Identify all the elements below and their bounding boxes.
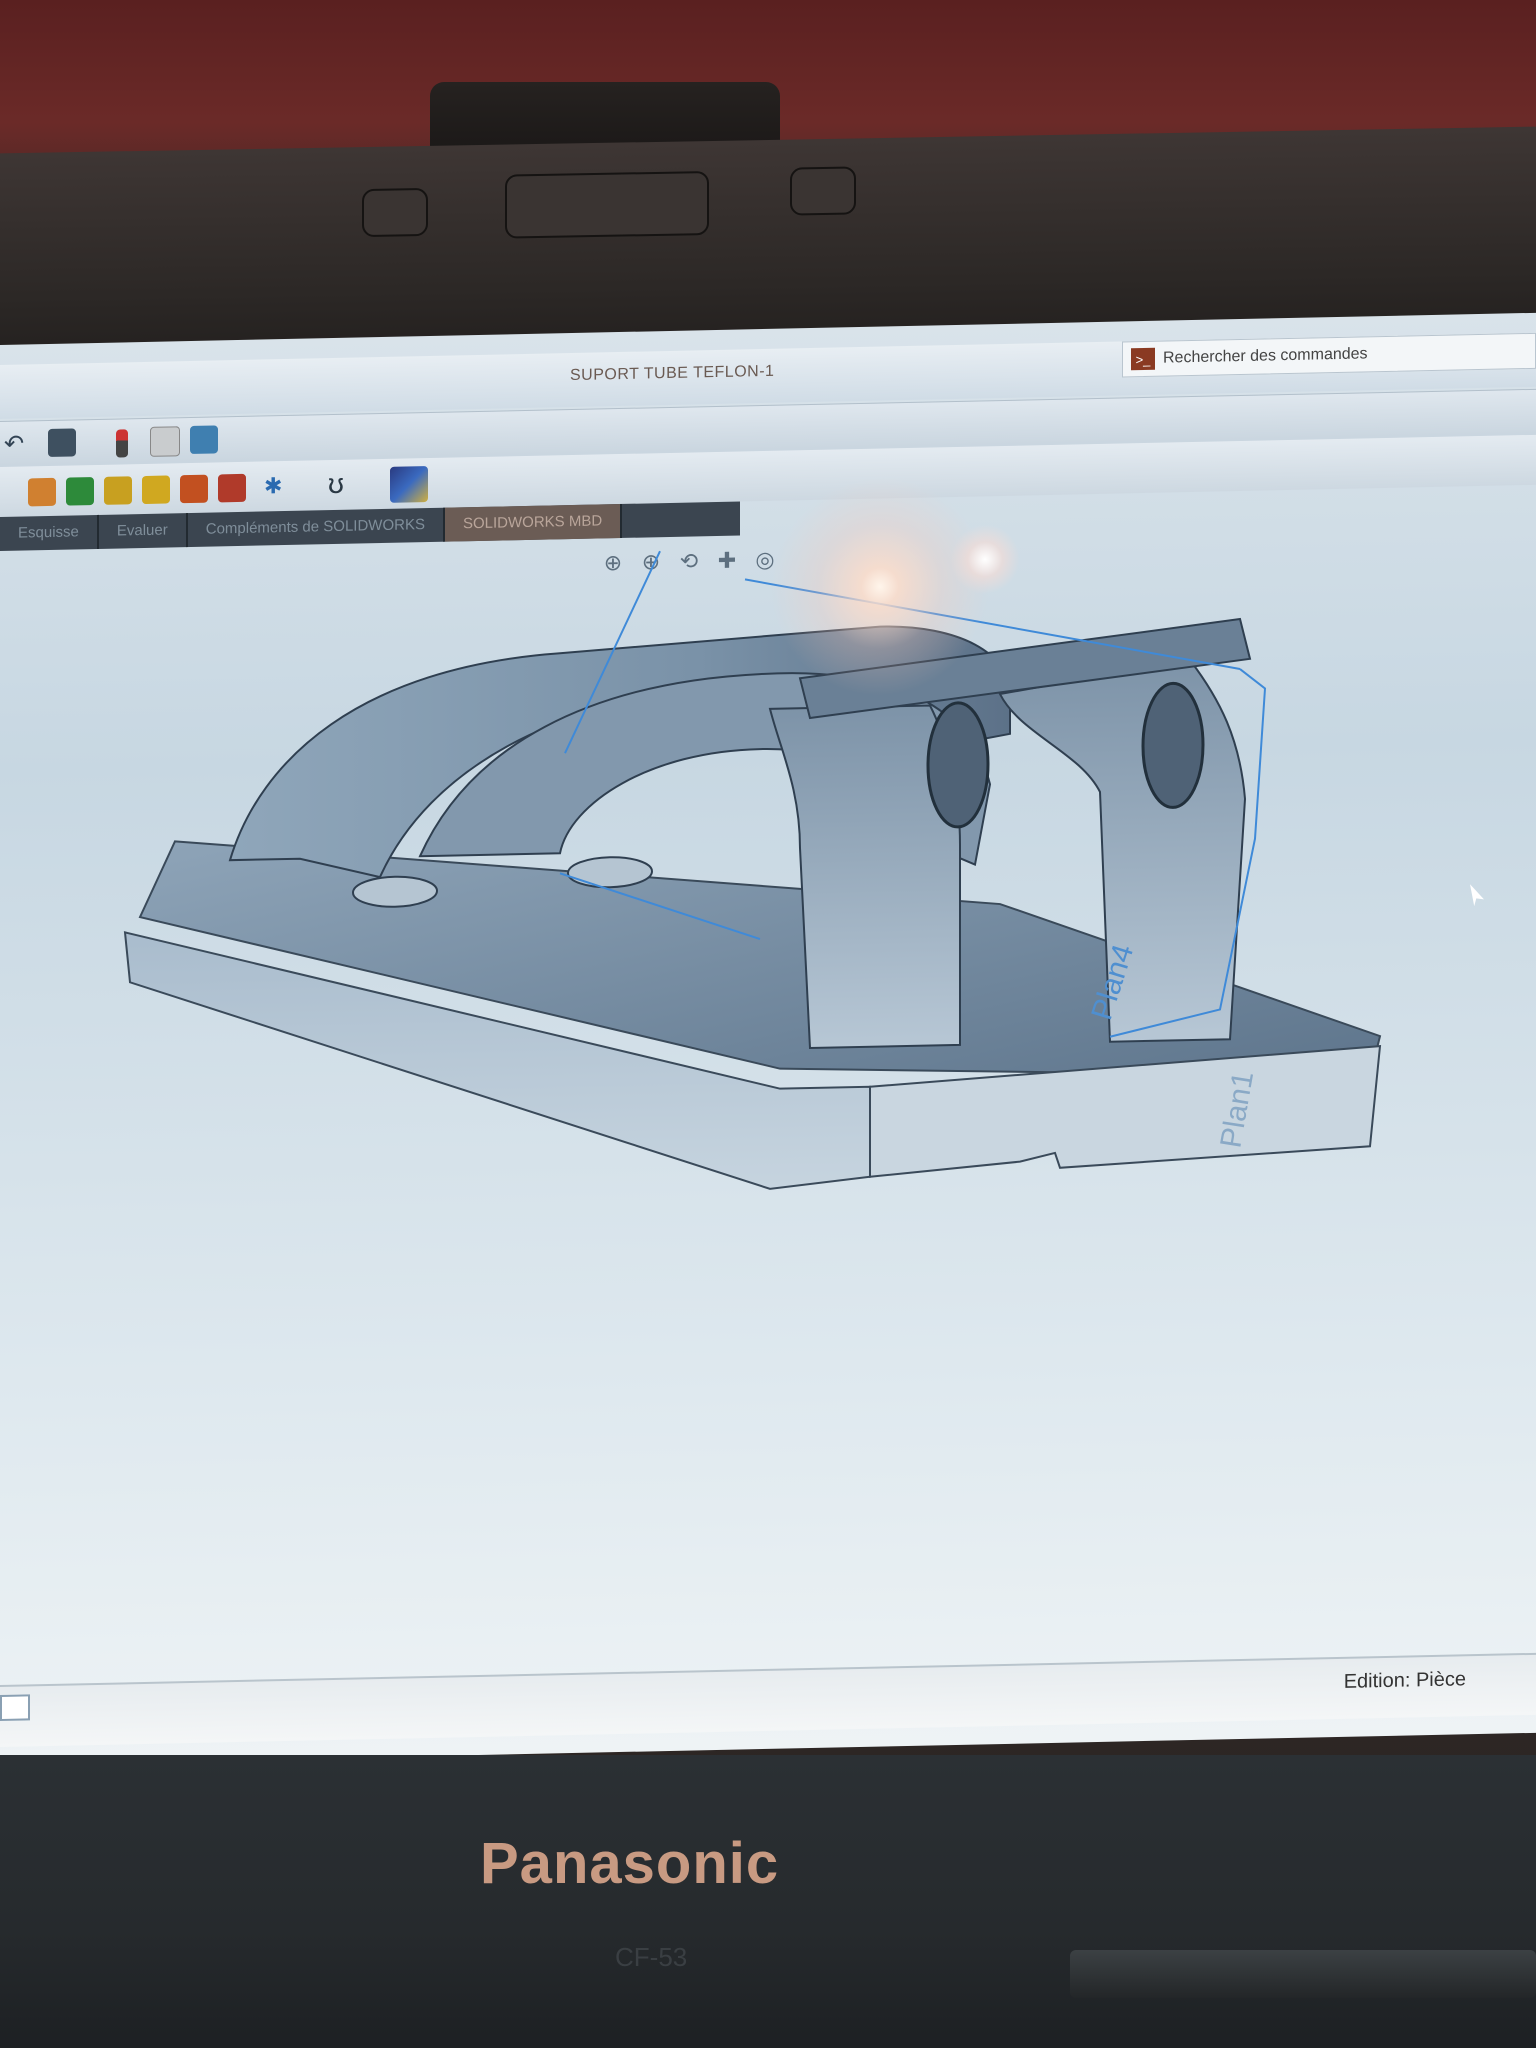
model-number: CF-53 xyxy=(615,1942,688,1972)
laptop-hinge xyxy=(1070,1950,1536,1998)
status-box-icon xyxy=(0,1694,30,1721)
base-hole-1 xyxy=(352,875,438,908)
bezel-button-center[interactable] xyxy=(505,171,709,239)
screen: SUPORT TUBE TEFLON-1 >_ Rechercher des c… xyxy=(0,312,1536,1765)
post-hole-left xyxy=(926,701,990,829)
edit-mode-status: Edition: Pièce xyxy=(1343,1668,1466,1693)
base-hole-2 xyxy=(567,856,653,889)
bezel-button-left[interactable] xyxy=(362,187,428,238)
post-hole-right xyxy=(1141,681,1205,809)
brand-logo: Panasonic xyxy=(480,1831,780,1896)
3d-part-model[interactable]: Plan4 Plan1 xyxy=(0,313,1536,1765)
laptop-bottom-bezel xyxy=(0,1755,1536,2048)
bezel-button-right[interactable] xyxy=(790,166,856,216)
